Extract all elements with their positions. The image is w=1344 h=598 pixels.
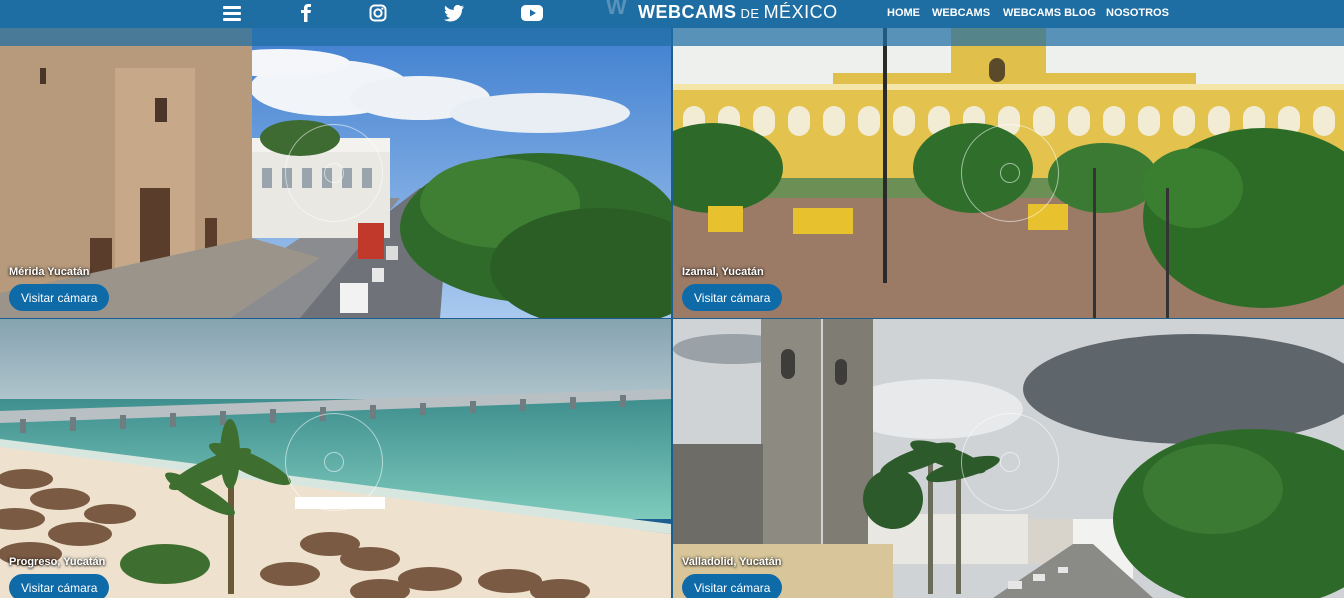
visit-camera-button-valladolid[interactable]: Visitar cámara [682,574,783,598]
site-logo[interactable]: WEBCAMS DE MÉXICO [638,2,838,23]
nav-webcams-blog[interactable]: WEBCAMS BLOG [1003,7,1096,19]
twitter-icon[interactable] [442,2,466,24]
webcam-tile-merida[interactable]: Mérida Yucatán Visitar cámara [0,28,671,318]
brand-watermark: W [606,0,628,19]
tile-title-progreso: Progreso, Yucatán [9,556,106,568]
webcam-tile-izamal[interactable]: Izamal, Yucatán Visitar cámara [673,28,1344,318]
header-translucent-band [0,28,1344,46]
webcam-tile-valladolid[interactable]: Valladolid, Yucatán Visitar cámara [673,319,1344,598]
tile-title-merida: Mérida Yucatán [9,266,90,278]
crosshair-overlay [285,413,383,511]
logo-word-webcams: WEBCAMS [638,2,737,22]
crosshair-overlay [961,413,1059,511]
nav-webcams[interactable]: WEBCAMS [932,7,990,19]
crosshair-overlay [961,124,1059,222]
facebook-icon[interactable] [294,2,318,24]
visit-camera-button-izamal[interactable]: Visitar cámara [682,284,783,311]
youtube-icon[interactable] [520,2,544,24]
menu-icon[interactable] [220,2,244,24]
tile-title-izamal: Izamal, Yucatán [682,266,764,278]
visit-camera-button-progreso[interactable]: Visitar cámara [9,574,110,598]
visit-camera-button-merida[interactable]: Visitar cámara [9,284,110,311]
tile-title-valladolid: Valladolid, Yucatán [682,556,782,568]
nav-home[interactable]: HOME [887,7,920,19]
instagram-icon[interactable] [366,2,390,24]
logo-word-de: DE [740,6,760,21]
nav-nosotros[interactable]: NOSOTROS [1106,7,1169,19]
crosshair-overlay [285,124,383,222]
webcam-tile-progreso[interactable]: Progreso, Yucatán Visitar cámara [0,319,671,598]
top-navigation-bar: W WEBCAMS DE MÉXICO HOME WEBCAMS WEBCAMS B… [0,0,1344,28]
logo-word-mexico: MÉXICO [763,2,838,22]
